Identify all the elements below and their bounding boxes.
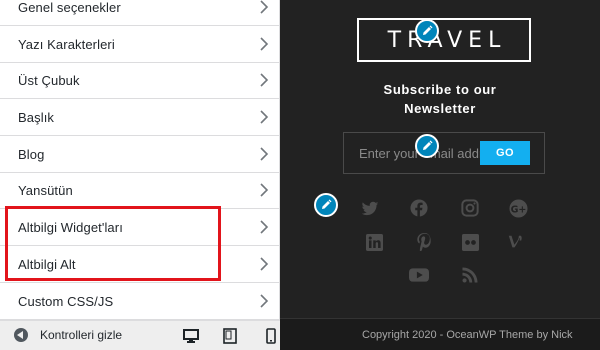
desktop-preview-icon[interactable] bbox=[183, 328, 199, 344]
menu-item-label: Başlık bbox=[18, 109, 55, 125]
youtube-icon[interactable] bbox=[409, 265, 429, 285]
menu-item-label: Blog bbox=[18, 146, 45, 162]
newsletter-go-button[interactable]: GO bbox=[480, 141, 530, 165]
chevron-right-icon bbox=[257, 183, 271, 197]
logo-text: TRAVEL bbox=[387, 27, 507, 53]
edit-shortcut-pencil-icon[interactable] bbox=[415, 19, 439, 43]
copyright-text: Copyright 2020 - OceanWP Theme by Nick bbox=[362, 329, 573, 341]
collapse-arrow-icon bbox=[14, 328, 28, 342]
newsletter-title-line: Subscribe to our bbox=[383, 82, 497, 97]
newsletter-title: Subscribe to our Newsletter bbox=[340, 80, 540, 118]
menu-item-custom-css-js[interactable]: Custom CSS/JS bbox=[0, 283, 279, 320]
edit-shortcut-pencil-icon[interactable] bbox=[415, 134, 439, 158]
collapse-controls-button[interactable]: Kontrolleri gizle bbox=[14, 328, 122, 342]
menu-item-label: Yansütün bbox=[18, 182, 73, 198]
vine-icon[interactable] bbox=[506, 232, 526, 252]
menu-item-label: Genel seçenekler bbox=[18, 0, 121, 15]
menu-item-label: Yazı Karakterleri bbox=[18, 36, 115, 52]
menu-item-label: Altbilgi Widget'ları bbox=[18, 219, 123, 235]
tablet-preview-icon[interactable] bbox=[222, 328, 238, 344]
chevron-right-icon bbox=[257, 257, 271, 271]
svg-text:G+: G+ bbox=[510, 204, 526, 215]
customizer-footer: Kontrolleri gizle bbox=[0, 320, 280, 350]
menu-item-yazi-karakterleri[interactable]: Yazı Karakterleri bbox=[0, 26, 279, 63]
chevron-right-icon bbox=[257, 0, 271, 14]
chevron-right-icon bbox=[257, 73, 271, 87]
pinterest-icon[interactable] bbox=[414, 232, 434, 252]
rss-icon[interactable] bbox=[460, 265, 480, 285]
chevron-right-icon bbox=[257, 294, 271, 308]
menu-item-yansutun[interactable]: Yansütün bbox=[0, 172, 279, 209]
footer-bottom-bar: Copyright 2020 - OceanWP Theme by Nick bbox=[280, 318, 600, 350]
menu-item-baslik[interactable]: Başlık bbox=[0, 99, 279, 136]
collapse-controls-label: Kontrolleri gizle bbox=[40, 328, 123, 342]
google-plus-icon[interactable]: G+ bbox=[508, 198, 528, 218]
linkedin-icon[interactable] bbox=[364, 232, 384, 252]
chevron-right-icon bbox=[257, 37, 271, 51]
newsletter-title-line: Newsletter bbox=[404, 101, 476, 116]
customizer-panel: Genel seçenekler Yazı Karakterleri Üst Ç… bbox=[0, 0, 280, 350]
chevron-right-icon bbox=[257, 220, 271, 234]
menu-item-ust-cubuk[interactable]: Üst Çubuk bbox=[0, 62, 279, 99]
menu-item-label: Custom CSS/JS bbox=[18, 293, 114, 309]
edit-shortcut-pencil-icon[interactable] bbox=[314, 193, 338, 217]
menu-item-altbilgi-widgetlari[interactable]: Altbilgi Widget'ları bbox=[0, 209, 279, 246]
flickr-icon[interactable] bbox=[460, 232, 480, 252]
twitter-icon[interactable] bbox=[360, 199, 380, 219]
footer-logo[interactable]: TRAVEL bbox=[357, 18, 531, 62]
menu-item-genel-secenekler[interactable]: Genel seçenekler bbox=[0, 0, 279, 26]
menu-item-altbilgi-alt[interactable]: Altbilgi Alt bbox=[0, 246, 279, 283]
menu-item-label: Altbilgi Alt bbox=[18, 256, 76, 272]
mobile-preview-icon[interactable] bbox=[263, 328, 279, 344]
newsletter-form: GO bbox=[343, 132, 545, 174]
menu-item-blog[interactable]: Blog bbox=[0, 136, 279, 173]
site-preview: TRAVEL Subscribe to our Newsletter GO G+ bbox=[280, 0, 600, 350]
instagram-icon[interactable] bbox=[460, 198, 480, 218]
menu-item-label: Üst Çubuk bbox=[18, 72, 80, 88]
facebook-icon[interactable] bbox=[409, 198, 429, 218]
chevron-right-icon bbox=[257, 110, 271, 124]
chevron-right-icon bbox=[257, 147, 271, 161]
